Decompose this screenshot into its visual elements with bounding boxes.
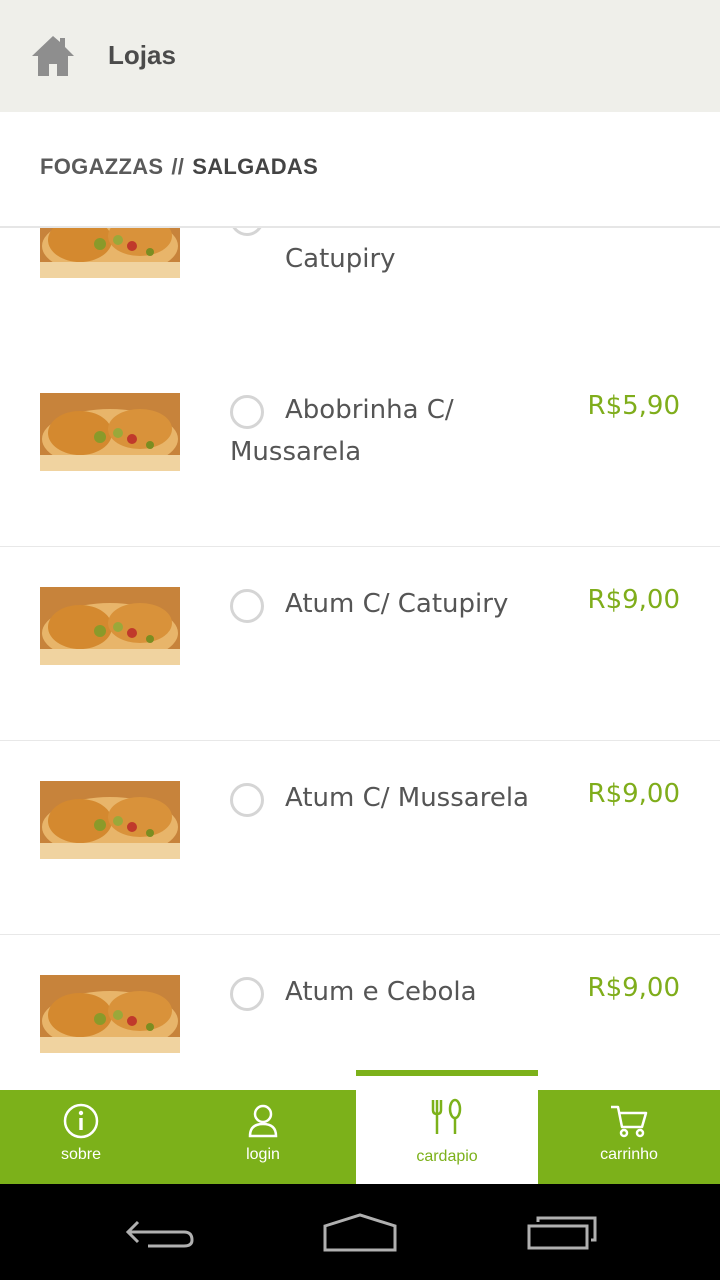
info-icon [63, 1103, 99, 1139]
breadcrumb: FOGAZZAS // SALGADAS [40, 154, 318, 180]
back-icon[interactable] [124, 1212, 196, 1252]
nav-carrinho[interactable]: carrinho [539, 1090, 719, 1184]
product-price: R$9,00 [587, 585, 681, 615]
product-name: Atum C/ Catupiry [285, 589, 509, 619]
product-thumbnail [40, 587, 180, 665]
product-thumbnail [40, 781, 180, 859]
product-price: R$5,90 [587, 391, 681, 421]
recents-icon[interactable] [526, 1212, 598, 1252]
list-item[interactable]: Atum C/ Mussarela R$9,00 [0, 741, 720, 936]
product-name: Abobrinha C/ Mussarela [230, 395, 454, 467]
breadcrumb-separator: // [171, 154, 185, 179]
breadcrumb-current: SALGADAS [192, 154, 319, 179]
page-title: Lojas [108, 40, 176, 70]
nav-cardapio[interactable]: cardapio [356, 1070, 538, 1184]
product-thumbnail [40, 393, 180, 471]
nav-label: carrinho [600, 1146, 658, 1163]
product-name: Atum e Cebola [285, 977, 477, 1007]
product-name: Atum C/ Mussarela [285, 783, 529, 813]
product-price: R$9,00 [587, 779, 681, 809]
system-navigation-bar [0, 1184, 720, 1280]
nav-login[interactable]: login [173, 1090, 353, 1184]
user-icon [248, 1104, 278, 1138]
app-bar: Lojas [0, 0, 720, 112]
home-button-icon[interactable] [322, 1212, 398, 1252]
product-name: Catupiry [285, 244, 396, 274]
nav-sobre[interactable]: sobre [0, 1090, 171, 1184]
product-price: R$9,00 [587, 973, 681, 1003]
list-item[interactable]: Abobrinha C/ Mussarela R$5,90 [0, 353, 720, 548]
list-item[interactable]: Atum C/ Catupiry R$9,00 [0, 547, 720, 742]
home-icon[interactable] [30, 34, 76, 78]
breadcrumb-category[interactable]: FOGAZZAS [40, 154, 163, 179]
nav-label: login [246, 1146, 280, 1163]
product-thumbnail [40, 975, 180, 1053]
cart-icon [611, 1105, 648, 1138]
nav-label: cardapio [416, 1148, 478, 1165]
nav-label: sobre [60, 1146, 102, 1163]
utensils-icon [431, 1098, 462, 1134]
